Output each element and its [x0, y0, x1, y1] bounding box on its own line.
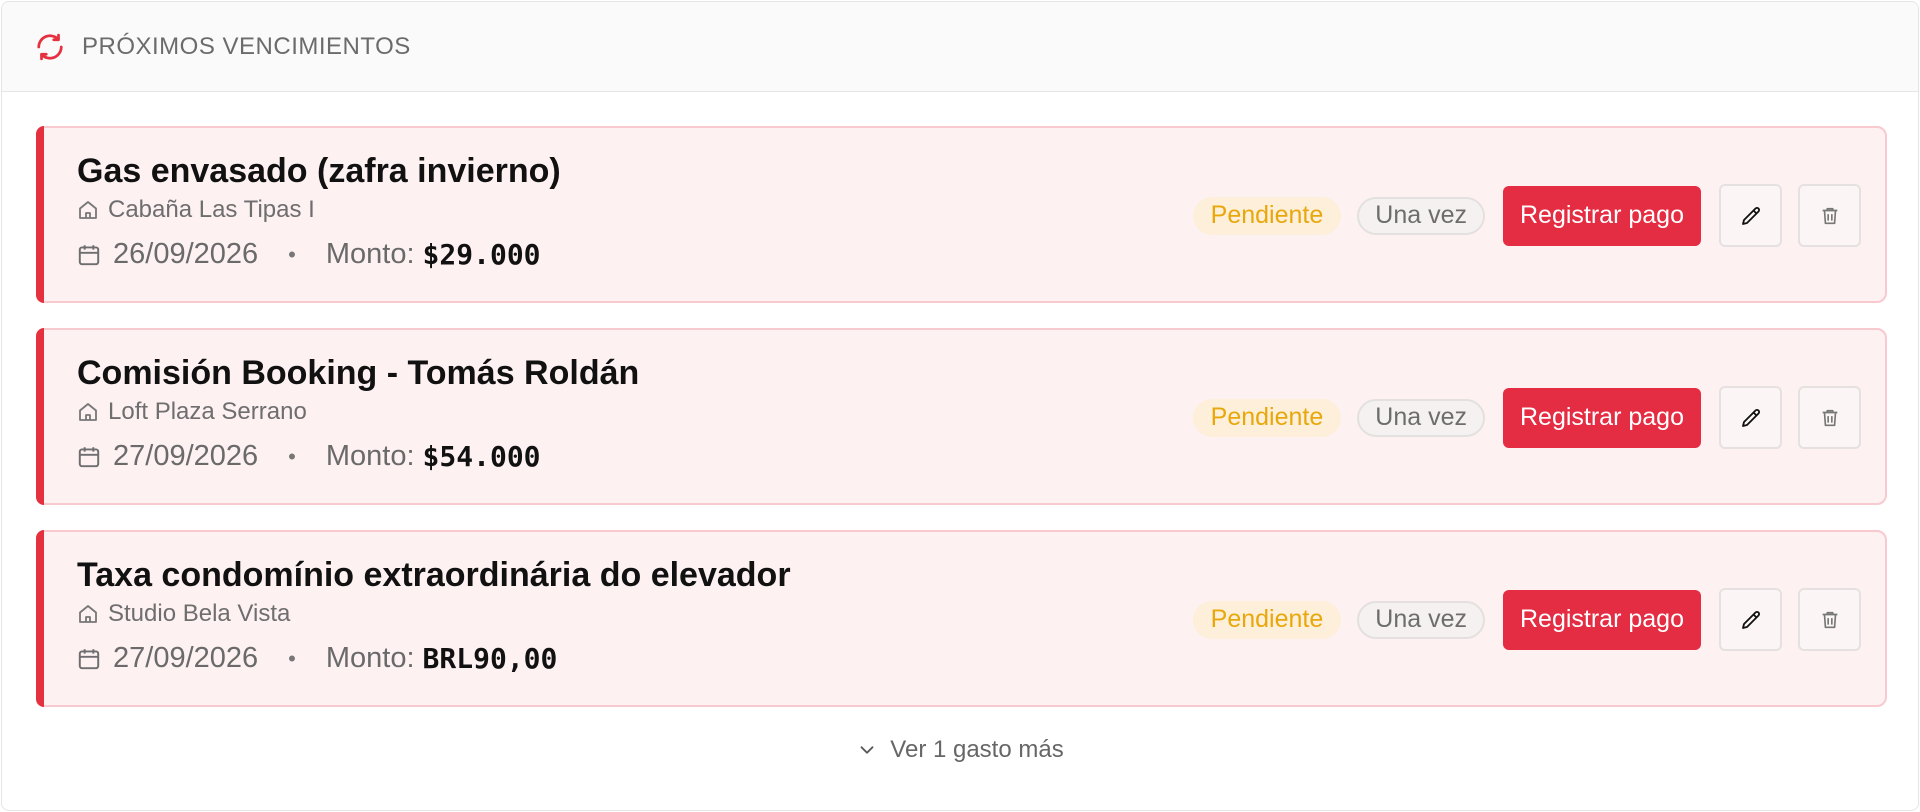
chevron-down-icon: [856, 739, 878, 761]
calendar-icon: [76, 645, 102, 673]
delete-button[interactable]: [1798, 588, 1861, 651]
frequency-badge: Una vez: [1357, 600, 1485, 639]
expense-property: Studio Bela Vista: [76, 600, 290, 628]
refresh-icon: [34, 31, 66, 63]
expense-card: Taxa condomínio extraordinária do elevad…: [36, 530, 1887, 707]
property-name: Cabaña Las Tipas I: [108, 196, 315, 223]
expense-title: Comisión Booking - Tomás Roldán: [77, 354, 640, 392]
expense-card: Comisión Booking - Tomás Roldán Loft Pla…: [36, 328, 1887, 505]
register-payment-button[interactable]: Registrar pago: [1503, 387, 1701, 448]
amount-label: Monto:: [325, 642, 415, 674]
status-badge: Pendiente: [1192, 196, 1342, 235]
status-badge: Pendiente: [1192, 398, 1342, 437]
expense-meta: 26/09/2026 • Monto: $29.000: [76, 238, 541, 271]
home-icon: [76, 198, 100, 222]
edit-button[interactable]: [1719, 588, 1782, 651]
expense-actions: Pendiente Una vez Registrar pago: [1192, 386, 1861, 449]
amount-label: Monto:: [325, 440, 415, 472]
delete-button[interactable]: [1798, 184, 1861, 247]
calendar-icon: [76, 241, 102, 269]
trash-icon: [1822, 409, 1837, 426]
expense-list: Gas envasado (zafra invierno) Cabaña Las…: [36, 126, 1887, 732]
edit-button[interactable]: [1719, 386, 1782, 449]
expense-property: Cabaña Las Tipas I: [76, 196, 315, 224]
amount-label: Monto:: [325, 238, 415, 270]
trash-icon: [1822, 207, 1837, 224]
amount-value: $29.000: [422, 238, 541, 271]
amount-value: $54.000: [422, 440, 541, 473]
register-payment-button[interactable]: Registrar pago: [1503, 589, 1701, 650]
frequency-badge: Una vez: [1357, 398, 1485, 437]
home-icon: [76, 400, 100, 424]
delete-button[interactable]: [1798, 386, 1861, 449]
due-date: 27/09/2026: [113, 642, 259, 674]
calendar-icon: [76, 443, 102, 471]
register-payment-button[interactable]: Registrar pago: [1503, 185, 1701, 246]
property-name: Studio Bela Vista: [108, 600, 291, 627]
pencil-icon: [1741, 610, 1760, 629]
separator-dot: •: [288, 241, 296, 267]
panel-title: PRÓXIMOS VENCIMIENTOS: [82, 32, 411, 60]
expense-actions: Pendiente Una vez Registrar pago: [1192, 184, 1861, 247]
pencil-icon: [1741, 408, 1760, 427]
edit-button[interactable]: [1719, 184, 1782, 247]
expense-actions: Pendiente Una vez Registrar pago: [1192, 588, 1861, 651]
pencil-icon: [1741, 206, 1760, 225]
property-name: Loft Plaza Serrano: [108, 398, 307, 425]
frequency-badge: Una vez: [1357, 196, 1485, 235]
upcoming-expenses-panel: PRÓXIMOS VENCIMIENTOS Gas envasado (zafr…: [1, 1, 1919, 811]
home-icon: [76, 602, 100, 626]
show-more-label: Ver 1 gasto más: [890, 736, 1064, 763]
status-badge: Pendiente: [1192, 600, 1342, 639]
due-date: 26/09/2026: [113, 238, 259, 270]
due-date: 27/09/2026: [113, 440, 259, 472]
expense-title: Taxa condomínio extraordinária do elevad…: [77, 556, 791, 594]
separator-dot: •: [288, 443, 296, 469]
expense-card: Gas envasado (zafra invierno) Cabaña Las…: [36, 126, 1887, 303]
expense-property: Loft Plaza Serrano: [76, 398, 307, 426]
expense-meta: 27/09/2026 • Monto: BRL90,00: [76, 642, 557, 675]
expense-meta: 27/09/2026 • Monto: $54.000: [76, 440, 541, 473]
separator-dot: •: [288, 645, 296, 671]
expense-title: Gas envasado (zafra invierno): [77, 152, 561, 190]
trash-icon: [1822, 611, 1837, 628]
show-more-link[interactable]: Ver 1 gasto más: [2, 736, 1918, 764]
panel-header: PRÓXIMOS VENCIMIENTOS: [2, 2, 1918, 92]
amount-value: BRL90,00: [422, 642, 558, 675]
